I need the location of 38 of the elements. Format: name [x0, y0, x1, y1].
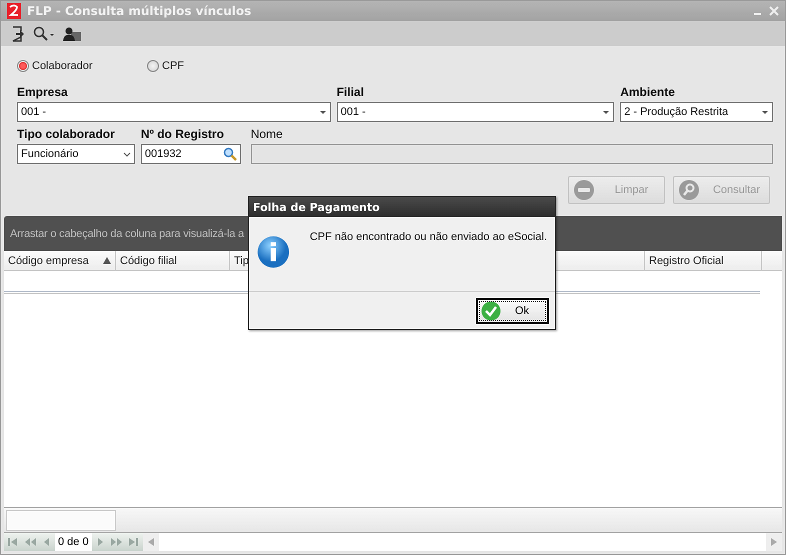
- dropdown-caret-icon: [318, 110, 327, 114]
- minus-circle-icon: [573, 179, 595, 201]
- search-icon: [678, 179, 700, 201]
- close-icon[interactable]: [769, 6, 779, 16]
- employee-type-dropdown[interactable]: Funcionário: [17, 144, 135, 164]
- dropdown-caret-icon: [122, 152, 131, 156]
- column-header[interactable]: Código empresa: [4, 251, 116, 270]
- field-label: Nº do Registro: [140, 126, 225, 143]
- dialog-message: CPF não encontrado ou não enviado ao eSocial.: [310, 231, 547, 245]
- scroll-left-icon[interactable]: [142, 533, 159, 551]
- radio-button[interactable]: CPF: [147, 60, 277, 72]
- field-label: Empresa: [17, 84, 69, 101]
- field-label: Ambiente: [620, 84, 676, 101]
- branch-dropdown[interactable]: 001 -: [336, 102, 614, 122]
- radio-button[interactable]: Colaborador: [17, 60, 147, 72]
- page-count: 0 de 0: [55, 533, 92, 551]
- column-header[interactable]: Registro Oficial: [645, 251, 762, 270]
- dialog-title: Folha de Pagamento: [249, 197, 555, 217]
- dropdown-caret-icon: [761, 110, 769, 114]
- registration-field[interactable]: 001932: [140, 144, 241, 164]
- app-logo-icon: [7, 3, 21, 19]
- ok-button[interactable]: Ok: [476, 298, 549, 324]
- user-card-icon[interactable]: [63, 26, 81, 42]
- dropdown-caret-icon: [602, 110, 610, 114]
- previous-page-icon[interactable]: [23, 537, 37, 547]
- company-dropdown[interactable]: 001 -: [17, 102, 331, 122]
- column-header[interactable]: Código filial: [116, 251, 230, 270]
- search-dropdown-icon[interactable]: [33, 26, 55, 42]
- field-label: Filial: [336, 84, 365, 101]
- environment-dropdown[interactable]: 2 - Produção Restrita: [620, 102, 773, 122]
- search-icon[interactable]: [222, 147, 237, 161]
- field-label: Nome: [250, 126, 284, 143]
- scroll-right-icon[interactable]: [766, 533, 782, 551]
- window-title: FLP - Consulta múltiplos vínculos: [27, 4, 252, 18]
- next-page-icon[interactable]: [110, 537, 124, 547]
- field-label: Tipo colaborador: [17, 126, 116, 143]
- group-hint-text: Arrastar o cabeçalho da coluna para visualizá-la a: [10, 228, 244, 240]
- check-icon: [481, 300, 501, 320]
